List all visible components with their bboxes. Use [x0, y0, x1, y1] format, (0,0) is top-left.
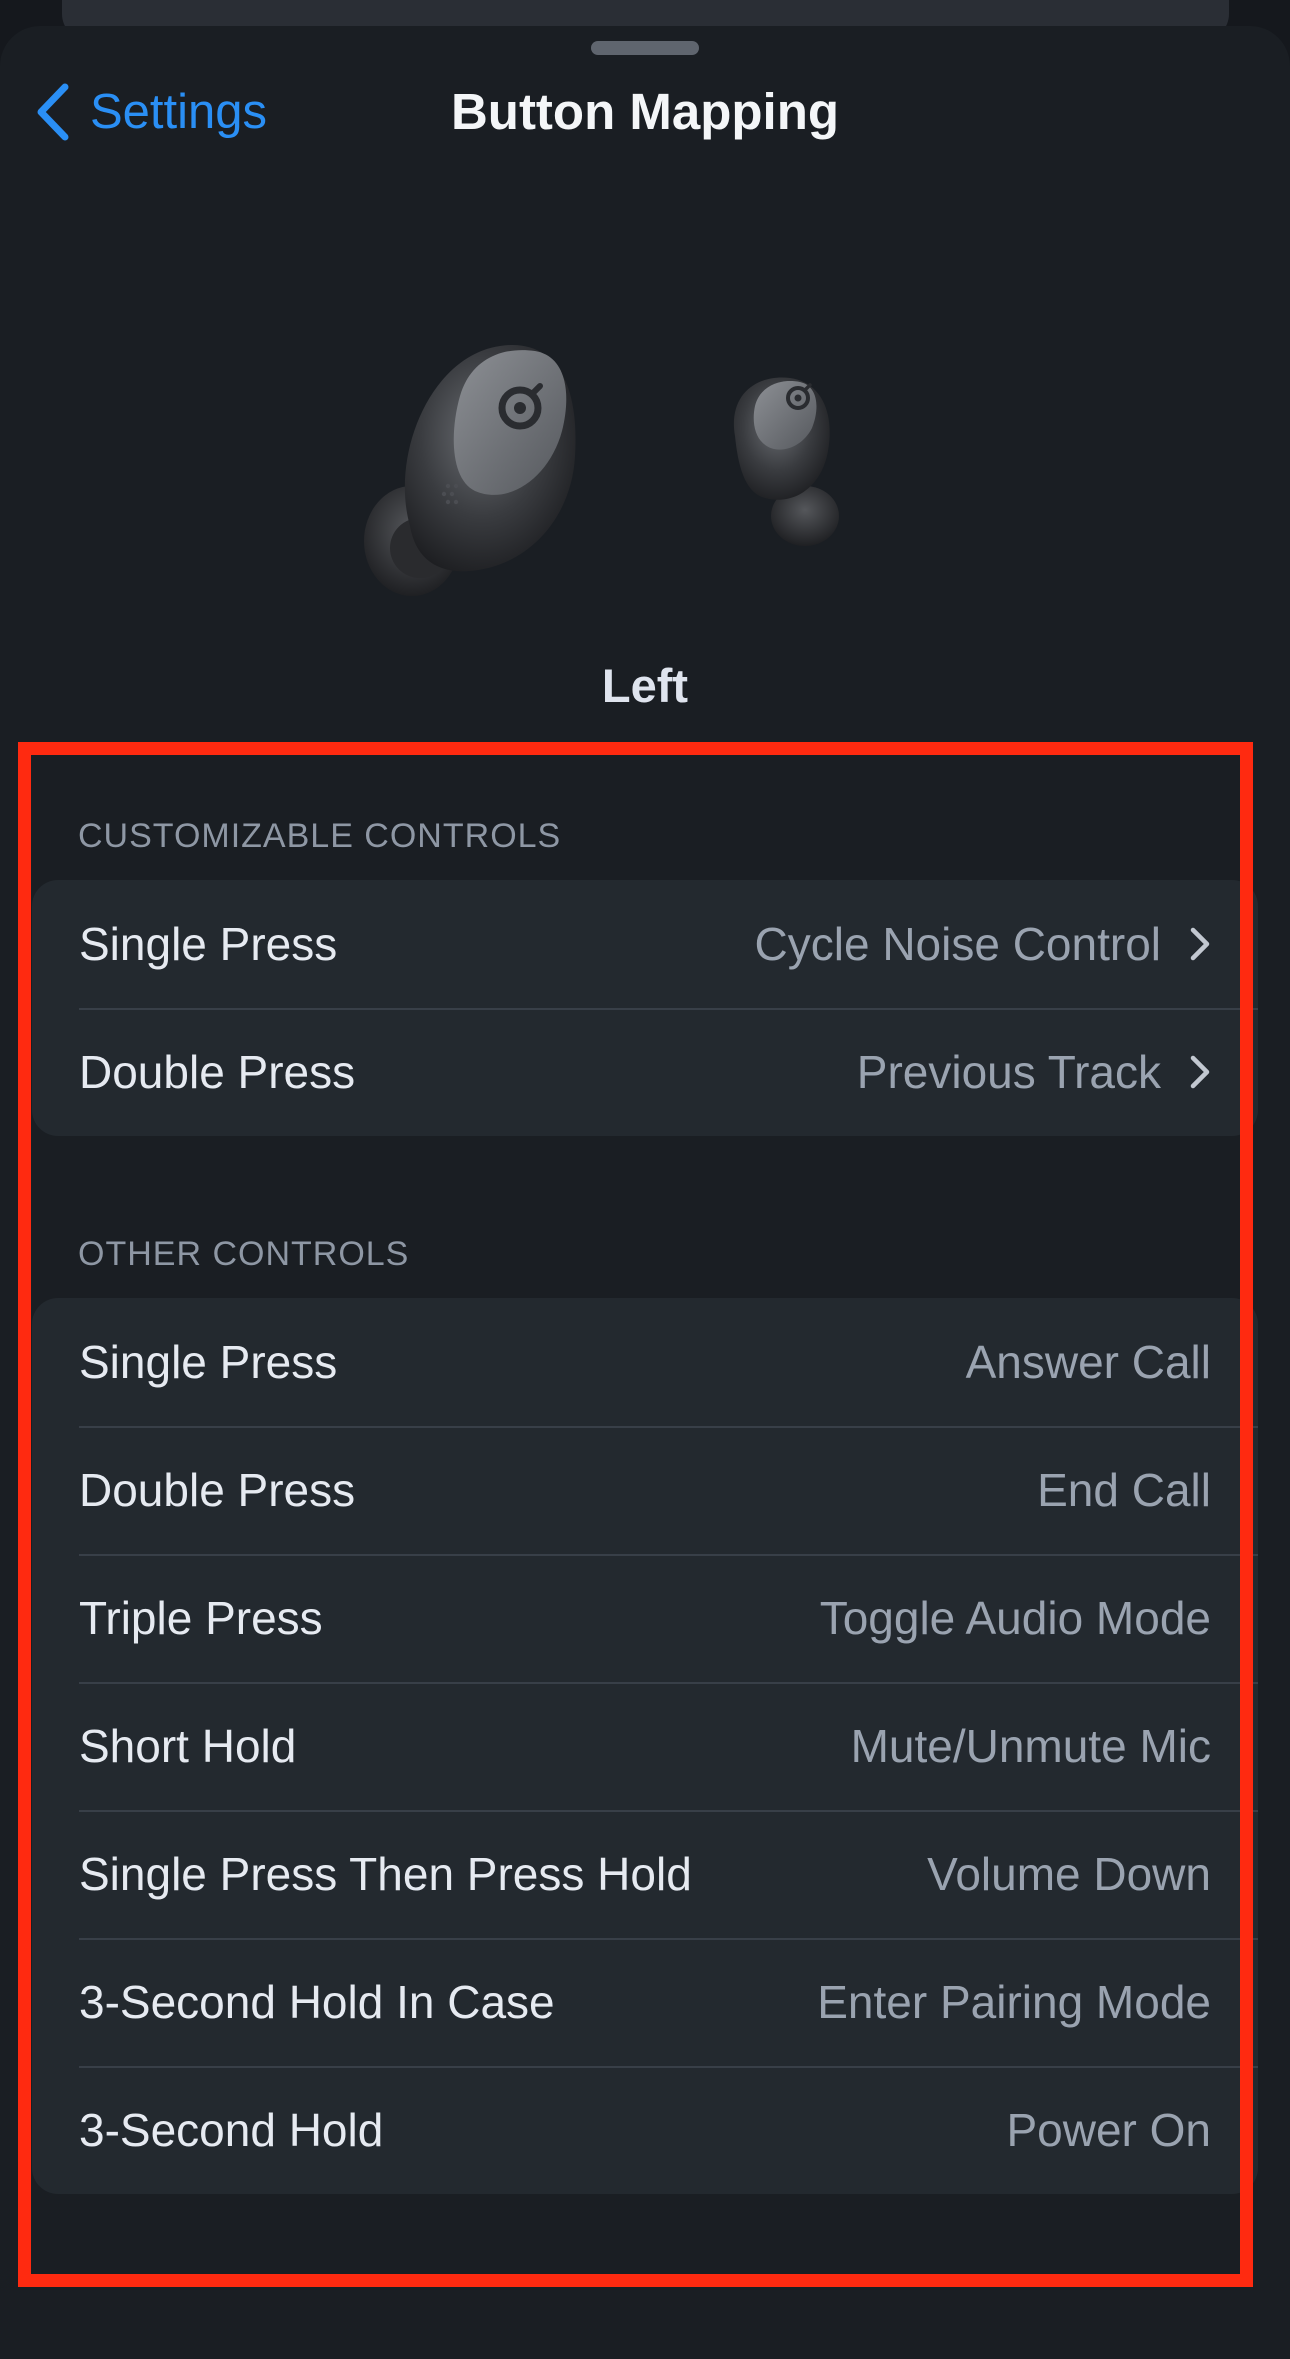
row-value: Cycle Noise Control	[754, 918, 1161, 970]
other-three-second-hold-row: 3-Second Hold Power On	[32, 2066, 1258, 2194]
other-single-press-row: Single Press Answer Call	[32, 1298, 1258, 1426]
other-single-press-then-hold-row: Single Press Then Press Hold Volume Down	[32, 1810, 1258, 1938]
other-controls-header: OTHER CONTROLS	[78, 1235, 410, 1273]
selected-earbud-label: Left	[601, 659, 689, 712]
row-label: Short Hold	[79, 1720, 297, 1772]
row-value: Volume Down	[927, 1848, 1211, 1900]
button-mapping-sheet: Settings Button Mapping Left CUSTOMIZABL…	[0, 26, 1290, 2359]
customizable-controls-header: CUSTOMIZABLE CONTROLS	[78, 817, 562, 855]
customizable-single-press-row[interactable]: Single Press Cycle Noise Control	[32, 880, 1258, 1008]
row-label: Double Press	[79, 1464, 356, 1516]
row-value: Mute/Unmute Mic	[850, 1720, 1211, 1772]
row-label: 3-Second Hold In Case	[79, 1976, 555, 2028]
row-value: Power On	[1006, 2104, 1211, 2156]
row-value: End Call	[1037, 1464, 1211, 1516]
customizable-controls-group: Single Press Cycle Noise Control Double …	[32, 880, 1258, 1136]
row-label: 3-Second Hold	[79, 2104, 384, 2156]
other-three-second-hold-in-case-row: 3-Second Hold In Case Enter Pairing Mode	[32, 1938, 1258, 2066]
row-label: Single Press	[79, 1336, 338, 1388]
page-title: Button Mapping	[450, 83, 840, 140]
other-controls-group: Single Press Answer Call Double Press En…	[32, 1298, 1258, 2194]
row-value: Enter Pairing Mode	[817, 1976, 1211, 2028]
row-label: Triple Press	[79, 1592, 323, 1644]
chevron-right-icon	[1190, 1055, 1210, 1089]
customizable-double-press-row[interactable]: Double Press Previous Track	[32, 1008, 1258, 1136]
row-label: Single Press Then Press Hold	[79, 1848, 692, 1900]
other-double-press-row: Double Press End Call	[32, 1426, 1258, 1554]
row-value: Answer Call	[965, 1336, 1211, 1388]
earbuds-image	[364, 344, 839, 596]
sheet-grabber[interactable]	[591, 41, 699, 55]
chevron-right-icon	[1190, 927, 1210, 961]
row-value: Toggle Audio Mode	[819, 1592, 1211, 1644]
row-label: Single Press	[79, 918, 338, 970]
other-short-hold-row: Short Hold Mute/Unmute Mic	[32, 1682, 1258, 1810]
row-value: Previous Track	[856, 1046, 1161, 1098]
row-label: Double Press	[79, 1046, 356, 1098]
other-triple-press-row: Triple Press Toggle Audio Mode	[32, 1554, 1258, 1682]
